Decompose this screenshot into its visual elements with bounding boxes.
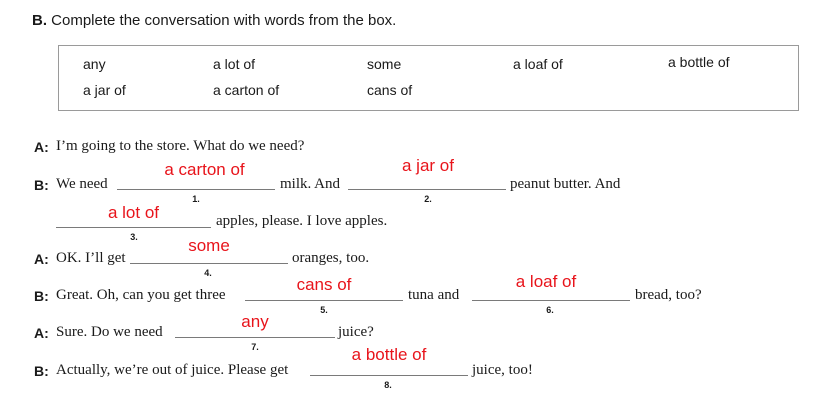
speaker-label: A: <box>34 251 49 267</box>
speaker-label: A: <box>34 325 49 341</box>
instruction-text: Complete the conversation with words fro… <box>51 12 397 29</box>
word-box-item: a carton of <box>213 82 280 98</box>
speaker-label: A: <box>34 139 49 155</box>
dialogue-text: apples, please. I love apples. <box>216 213 388 229</box>
word-box-item: a jar of <box>83 82 126 98</box>
dialogue-text: Great. Oh, can you get three <box>56 287 226 303</box>
answer-blank[interactable] <box>117 189 275 190</box>
dialogue-text: bread, too? <box>635 287 702 303</box>
dialogue-text: I’m going to the store. What do we need? <box>56 138 305 154</box>
speaker-label: B: <box>34 363 49 379</box>
word-box-item: a bottle of <box>668 54 730 70</box>
answer-blank[interactable] <box>56 227 211 228</box>
blank-number: 2. <box>424 194 432 204</box>
blank-number: 8. <box>384 380 392 390</box>
speaker-label: B: <box>34 177 49 193</box>
dialogue-text: Sure. Do we need <box>56 324 163 340</box>
dialogue-text: tuna and <box>408 287 460 303</box>
handwritten-answer: cans of <box>296 275 352 294</box>
handwritten-answer: some <box>188 236 230 255</box>
answer-blank[interactable] <box>130 263 288 264</box>
dialogue-text: We need <box>56 176 108 192</box>
answer-blank[interactable] <box>245 300 403 301</box>
dialogue-text: peanut butter. And <box>510 176 621 192</box>
dialogue-text: milk. And <box>280 176 341 192</box>
blank-number: 7. <box>251 342 259 352</box>
blank-number: 6. <box>546 305 554 315</box>
answer-blank[interactable] <box>175 337 335 338</box>
word-box-item: some <box>367 56 402 72</box>
handwritten-answer: a bottle of <box>351 345 427 364</box>
answer-blank[interactable] <box>348 189 506 190</box>
dialogue-text: juice, too! <box>472 362 533 378</box>
exercise-letter: B. <box>32 12 47 29</box>
dialogue-text: juice? <box>338 324 374 340</box>
word-box-item: a lot of <box>213 56 256 72</box>
word-box-item: cans of <box>367 82 413 98</box>
word-box-item: a loaf of <box>513 56 563 72</box>
word-box: any a lot of some a loaf of a bottle of … <box>58 45 799 111</box>
dialogue-text: Actually, we’re out of juice. Please get <box>56 362 289 378</box>
word-box-item: any <box>83 56 106 72</box>
blank-number: 4. <box>204 268 212 278</box>
dialogue-text: oranges, too. <box>292 250 370 266</box>
dialogue-text: OK. I’ll get <box>56 250 126 266</box>
answer-blank[interactable] <box>310 375 468 376</box>
speaker-label: B: <box>34 288 49 304</box>
handwritten-answer: any <box>241 312 269 331</box>
answer-blank[interactable] <box>472 300 630 301</box>
handwritten-answer: a lot of <box>107 203 160 222</box>
handwritten-answer: a jar of <box>402 156 454 175</box>
handwritten-answer: a carton of <box>164 160 245 179</box>
exercise-instruction: B. Complete the conversation with words … <box>32 12 396 29</box>
handwritten-answer: a loaf of <box>515 272 577 291</box>
